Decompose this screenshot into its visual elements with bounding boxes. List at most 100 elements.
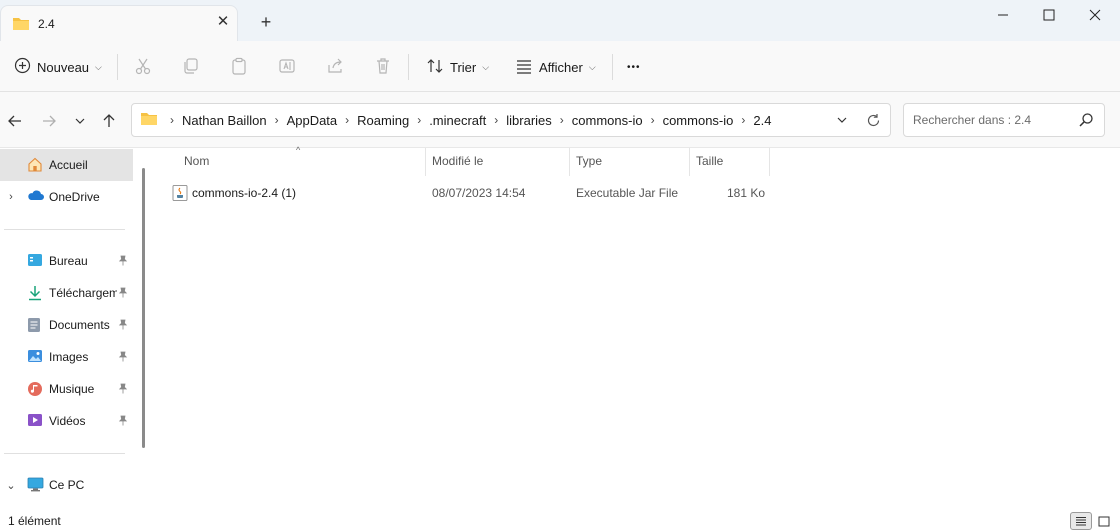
title-bar: 2.4 ✕ + [0,0,1120,41]
more-options-button[interactable]: ••• [627,53,641,81]
sort-button[interactable]: Trier ⌵ [426,53,489,81]
breadcrumb-item[interactable]: commons-io [661,113,736,128]
chevron-right-icon: › [345,113,350,127]
address-row: › Nathan Baillon › AppData › Roaming › .… [0,92,1120,148]
tiles-view-button[interactable] [1094,512,1114,530]
column-header-type[interactable]: Type [576,154,602,172]
new-label: Nouveau [37,59,90,75]
breadcrumb-item[interactable]: Roaming [355,113,411,128]
sidebar-item-label: OneDrive [49,190,100,204]
close-window-button[interactable] [1072,0,1118,30]
share-button[interactable] [326,53,344,81]
search-input[interactable]: Rechercher dans : 2.4 [903,103,1105,137]
chevron-right-icon: › [741,113,746,127]
image-icon [27,349,43,366]
pin-icon[interactable] [118,383,128,397]
paste-button[interactable] [230,53,248,81]
breadcrumb-item[interactable]: .minecraft [427,113,488,128]
cut-button[interactable] [134,53,152,81]
computer-icon [27,477,44,495]
breadcrumb-item[interactable]: 2.4 [751,113,773,128]
column-divider[interactable] [569,148,570,176]
folder-icon [140,111,158,129]
up-button[interactable] [98,110,120,132]
sidebar-item-home[interactable]: Accueil [0,149,133,181]
refresh-icon [867,113,879,126]
chevron-right-icon[interactable]: › [5,191,17,203]
column-header-name[interactable]: Nom [184,154,209,172]
column-divider[interactable] [689,148,690,176]
address-history-button[interactable] [832,110,852,130]
trash-icon [374,57,392,78]
chevron-right-icon: › [274,113,279,127]
recent-locations-button[interactable] [69,110,91,132]
back-button[interactable] [4,110,26,132]
sidebar-item-videos[interactable]: Vidéos [0,405,133,437]
pin-icon[interactable] [118,415,128,429]
view-label: Afficher [539,59,583,75]
address-bar[interactable]: › Nathan Baillon › AppData › Roaming › .… [131,103,891,137]
rename-button[interactable] [278,53,296,81]
chevron-right-icon: › [417,113,422,127]
sidebar-item-label: Accueil [49,158,88,172]
sidebar-item-music[interactable]: Musique [0,373,133,405]
toolbar-divider [408,54,409,80]
sidebar-item-desktop[interactable]: Bureau [0,245,133,277]
music-icon [27,381,43,400]
arrow-up-icon [103,114,115,127]
file-list: ^ Nom Modifié le Type Taille commons-io-… [150,145,1120,510]
sidebar-item-this-pc[interactable]: ⌄ Ce PC [0,469,133,501]
view-button[interactable]: Afficher ⌵ [515,53,596,81]
delete-button[interactable] [374,53,392,81]
sidebar-item-label: Bureau [49,254,88,268]
pin-icon[interactable] [118,255,128,269]
tab-current[interactable]: 2.4 ✕ [0,5,238,41]
command-bar: Nouveau ⌵ Trier ⌵ Afficher ⌵ ••• [0,41,1120,92]
download-icon [27,285,43,304]
tab-title: 2.4 [38,17,55,31]
sidebar-item-onedrive[interactable]: › OneDrive [0,181,133,213]
file-type: Executable Jar File [576,186,679,200]
clipboard-icon [230,57,248,78]
chevron-right-icon: › [559,113,564,127]
breadcrumb-item[interactable]: AppData [285,113,340,128]
details-view-icon [1076,516,1086,525]
pin-icon[interactable] [118,351,128,365]
column-divider[interactable] [425,148,426,176]
copy-button[interactable] [182,53,200,81]
sidebar-item-downloads[interactable]: Téléchargem [0,277,133,309]
scissors-icon [134,57,152,78]
breadcrumb-item[interactable]: libraries [504,113,554,128]
jar-file-icon [172,185,188,204]
sort-ascending-icon: ^ [296,145,301,155]
chevron-right-icon: › [494,113,499,127]
chevron-down-icon [837,117,847,123]
minimize-button[interactable] [980,0,1026,30]
list-view-icon [515,57,533,78]
close-icon[interactable]: ✕ [213,12,233,32]
chevron-down-icon[interactable]: ⌄ [5,479,17,492]
details-view-button[interactable] [1070,512,1092,530]
sidebar-item-documents[interactable]: Documents [0,309,133,341]
chevron-right-icon: › [650,113,655,127]
chevron-right-icon: › [170,113,174,127]
maximize-button[interactable] [1026,0,1072,30]
column-header-modified[interactable]: Modifié le [432,154,483,172]
home-icon [27,157,43,175]
new-button[interactable]: Nouveau ⌵ [14,53,102,81]
column-header-size[interactable]: Taille [696,154,723,172]
sidebar-item-pictures[interactable]: Images [0,341,133,373]
breadcrumb-item[interactable]: commons-io [570,113,645,128]
pin-icon[interactable] [118,287,128,301]
table-row[interactable]: commons-io-2.4 (1) 08/07/2023 14:54 Exec… [168,182,768,204]
item-count: 1 élément [8,514,61,528]
refresh-button[interactable] [863,110,883,130]
forward-button[interactable] [38,110,60,132]
sidebar-item-label: Ce PC [49,478,85,492]
plus-icon[interactable]: + [256,12,276,32]
breadcrumb-item[interactable]: Nathan Baillon [180,113,269,128]
column-divider[interactable] [769,148,770,176]
file-size: 181 Ko [727,186,766,200]
pin-icon[interactable] [118,319,128,333]
sidebar-scrollbar[interactable] [142,168,145,448]
